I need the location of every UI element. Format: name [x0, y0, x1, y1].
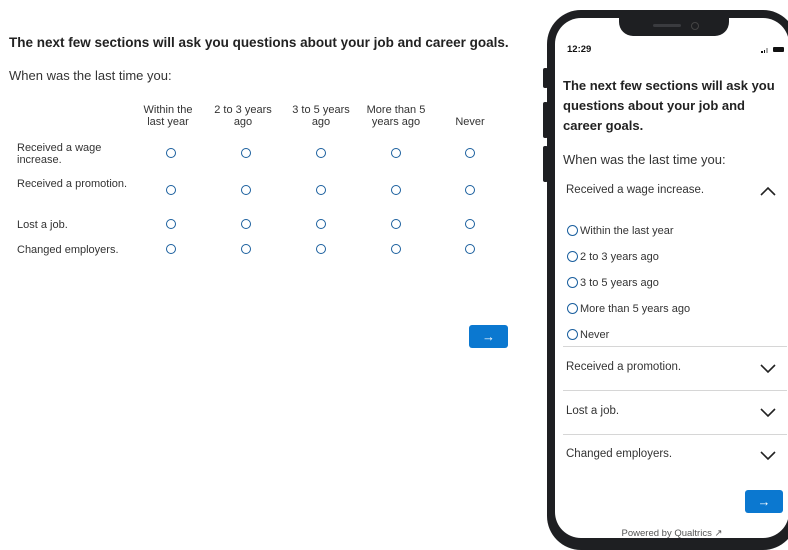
accordion-label: Changed employers.	[566, 448, 673, 460]
radio-button[interactable]	[567, 251, 578, 262]
next-button[interactable]: →	[745, 490, 783, 513]
phone-notch	[619, 18, 729, 36]
chevron-down-icon	[760, 364, 776, 374]
column-header: 2 to 3 years ago	[214, 104, 272, 128]
matrix-radio[interactable]	[166, 185, 176, 195]
accordion-lost-job[interactable]: Lost a job.	[563, 391, 787, 435]
matrix-radio[interactable]	[241, 219, 251, 229]
matrix-radio[interactable]	[316, 148, 326, 158]
column-header: Never	[455, 116, 485, 128]
matrix-radio[interactable]	[166, 219, 176, 229]
row-label: Lost a job.	[17, 219, 68, 231]
mobile-preview-frame: 12:29 The next few sections will ask you…	[543, 10, 788, 550]
desktop-survey: The next few sections will ask you quest…	[0, 0, 540, 537]
question-prompt: When was the last time you:	[563, 152, 726, 167]
matrix-radio[interactable]	[316, 219, 326, 229]
question-prompt: When was the last time you:	[9, 68, 172, 83]
matrix-radio[interactable]	[316, 244, 326, 254]
accordion-wage-increase[interactable]: Received a wage increase.	[563, 170, 787, 213]
accordion-label: Received a promotion.	[566, 361, 682, 373]
matrix-radio[interactable]	[391, 244, 401, 254]
column-header: More than 5 years ago	[366, 104, 426, 128]
phone-side-button	[543, 146, 548, 182]
next-button[interactable]: →	[469, 325, 508, 348]
matrix-radio[interactable]	[465, 219, 475, 229]
row-label: Received a wage increase.	[17, 142, 102, 166]
matrix-radio[interactable]	[391, 148, 401, 158]
column-header: Within the last year	[143, 104, 193, 128]
section-heading: The next few sections will ask you quest…	[9, 35, 509, 50]
phone-side-button	[543, 102, 548, 138]
matrix-radio[interactable]	[166, 148, 176, 158]
matrix-radio[interactable]	[166, 244, 176, 254]
matrix-radio[interactable]	[465, 148, 475, 158]
radio-button[interactable]	[567, 303, 578, 314]
matrix-radio[interactable]	[241, 244, 251, 254]
chevron-down-icon	[760, 408, 776, 418]
accordion-promotion[interactable]: Received a promotion.	[563, 347, 787, 391]
mobile-screen: 12:29 The next few sections will ask you…	[555, 18, 788, 538]
row-label: Received a promotion.	[17, 178, 128, 190]
signal-icon	[761, 47, 769, 53]
matrix-radio[interactable]	[465, 185, 475, 195]
radio-button[interactable]	[567, 277, 578, 288]
battery-icon	[773, 47, 784, 52]
radio-button[interactable]	[567, 329, 578, 340]
accordion-label: Lost a job.	[566, 405, 620, 417]
matrix-radio[interactable]	[391, 185, 401, 195]
phone-side-button	[543, 68, 548, 88]
radio-button[interactable]	[567, 225, 578, 236]
chevron-down-icon	[760, 451, 776, 461]
matrix-radio[interactable]	[465, 244, 475, 254]
section-heading: The next few sections will ask you quest…	[563, 78, 775, 133]
accordion-label: Received a wage increase.	[566, 184, 705, 196]
row-label: Changed employers.	[17, 244, 119, 256]
matrix-radio[interactable]	[316, 185, 326, 195]
matrix-radio[interactable]	[241, 185, 251, 195]
status-time: 12:29	[567, 44, 592, 55]
matrix-radio[interactable]	[391, 219, 401, 229]
accordion-changed-employers[interactable]: Changed employers.	[563, 434, 787, 477]
matrix-radio[interactable]	[241, 148, 251, 158]
column-header: 3 to 5 years ago	[292, 104, 350, 128]
chevron-up-icon	[760, 186, 776, 196]
